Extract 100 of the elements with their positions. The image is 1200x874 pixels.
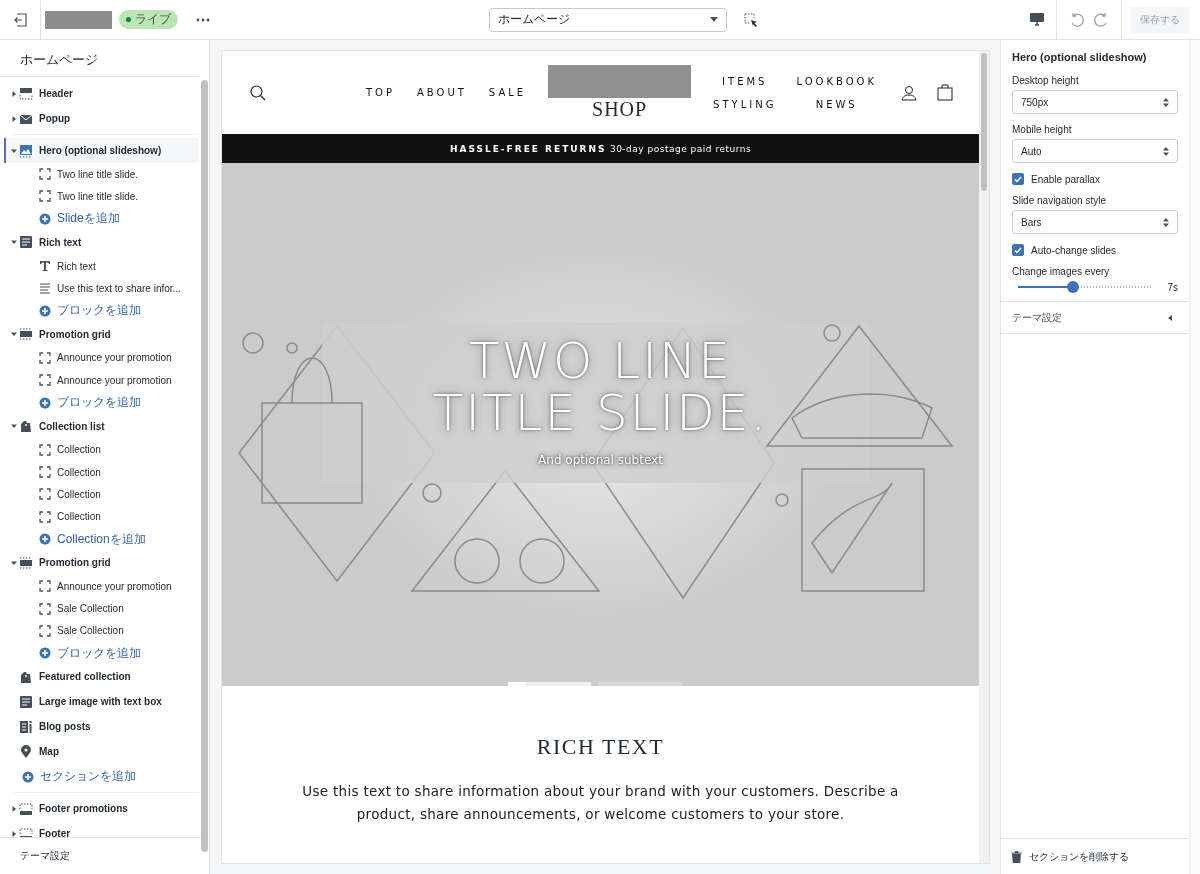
section-item[interactable]: Blog posts [4,714,199,740]
text-heading-icon [39,260,51,273]
nav-link[interactable]: SALE [488,87,527,98]
add-icon [39,304,51,317]
theme-settings-link[interactable]: テーマ設定 [0,837,209,874]
nav-link[interactable]: STYLING [713,98,777,110]
page-select[interactable]: ホームページ [489,7,727,32]
nav-link[interactable]: LOOKBOOK [796,75,877,87]
section-paragraph: Use this text to share information about your brand with your customers. Describe a product, share announcements, or welcome customers to your store. [301,782,900,824]
section-item[interactable]: Collection list [4,413,199,439]
section-item[interactable]: Header [4,81,199,106]
add-block-link[interactable]: Slideを追加 [4,207,199,230]
block-item[interactable]: Announce your promotion [4,369,199,392]
dashed-frame-icon [39,374,51,387]
account-icon[interactable] [901,84,917,101]
dashed-frame-icon [39,466,51,479]
scrollbar[interactable] [201,80,208,852]
sort-arrows-icon [1163,146,1169,156]
tag-icon [19,419,33,434]
scrollbar[interactable] [1189,40,1200,874]
checkbox-label: Auto-change slides [1031,244,1117,256]
image-icon [19,143,33,158]
dashed-frame-icon [39,443,51,456]
section-item[interactable]: Promotion grid [4,550,199,576]
section-item[interactable]: Footer promotions [4,796,199,822]
checkbox[interactable] [1012,173,1024,185]
dashed-frame-icon [39,624,51,637]
trash-icon [1011,850,1022,863]
block-item[interactable]: Two line title slide. [4,163,199,186]
slider-thumb[interactable] [1067,281,1080,293]
add-icon [22,770,34,783]
nav-link[interactable]: TOP [366,87,395,98]
block-item[interactable]: Two line title slide. [4,185,199,208]
add-icon [39,647,51,660]
section-item[interactable]: Popup [4,106,199,131]
hero-subtext: And optional subtext [538,453,663,467]
add-block-link[interactable]: ブロックを追加 [4,391,199,414]
block-item[interactable]: Rich text [4,254,199,278]
add-icon [39,533,51,545]
sort-arrows-icon [1163,97,1169,107]
section-item[interactable]: Footer [4,821,199,837]
section-item[interactable]: Promotion grid [4,321,199,347]
section-item[interactable]: Hero (optional slideshow) [4,138,199,163]
search-icon[interactable] [250,84,266,101]
scrollbar[interactable] [981,53,987,191]
block-item[interactable]: Collection [4,438,199,461]
nav-link[interactable]: ABOUT [417,87,467,98]
block-item[interactable]: Collection [4,483,199,506]
section-item[interactable]: Map [4,739,199,765]
section-item[interactable]: Large image with text box [4,689,199,715]
text-block-icon [19,694,33,709]
section-item[interactable]: Rich text [4,229,199,255]
block-item[interactable]: Announce your promotion [4,346,199,370]
add-icon [39,396,51,409]
caret-icon [710,17,718,22]
add-block-link[interactable]: Collectionを追加 [4,527,199,551]
block-item[interactable]: Announce your promotion [4,575,199,598]
field-label: Desktop height [1012,75,1080,86]
dashed-frame-icon [39,168,51,181]
checkbox-label: Enable parallax [1031,173,1100,185]
dashed-frame-icon [39,510,51,523]
field-label: Slide navigation style [1012,195,1107,206]
nav-link[interactable]: ITEMS [722,75,768,87]
theme-settings-header[interactable]: テーマ設定 [1001,301,1190,334]
grid-layout-icon [19,555,33,570]
footer-layout-icon [19,826,33,837]
nav-link[interactable]: NEWS [815,98,858,110]
field-label: Mobile height [1012,124,1073,135]
tag-icon [19,669,33,684]
add-section-link[interactable]: セクションを追加 [4,764,199,790]
add-block-link[interactable]: ブロックを追加 [4,642,199,665]
section-item[interactable]: Featured collection [4,664,199,690]
field-label: Change images every [1012,266,1111,277]
block-item[interactable]: Use this text to share infor... [4,277,199,300]
block-item[interactable]: Collection [4,505,199,528]
select-field[interactable]: Bars [1012,210,1178,234]
dashed-frame-icon [39,602,51,615]
hero-title: TWO LINE TITLE SLIDE. [431,335,770,439]
block-item[interactable]: Collection [4,460,199,484]
slider-reading: 7s [1167,281,1178,293]
select-field[interactable]: Auto [1012,139,1178,163]
caret-icon [1168,314,1172,321]
announcement-text: HASSLE-FREE RETURNS 30-day postage paid returns [449,143,752,154]
live-badge: ライブ [119,10,178,29]
sort-arrows-icon [1163,217,1169,227]
dashed-frame-icon [39,488,51,501]
checkbox[interactable] [1012,244,1024,256]
add-icon [39,212,51,225]
select-field[interactable]: 750px [1012,90,1178,114]
block-item[interactable]: Sale Collection [4,597,199,620]
sidebar-title: ホームページ [0,40,199,77]
add-block-link[interactable]: ブロックを追加 [4,299,199,322]
map-pin-icon [19,744,33,759]
section-heading: RICH TEXT [536,734,665,760]
grid-layout-icon [19,327,33,342]
text-block-icon [19,235,33,250]
block-item[interactable]: Sale Collection [4,619,199,643]
logo-text: SHOP [592,97,648,121]
header-layout-icon [19,86,33,101]
shopping-bag-icon[interactable] [937,84,953,101]
